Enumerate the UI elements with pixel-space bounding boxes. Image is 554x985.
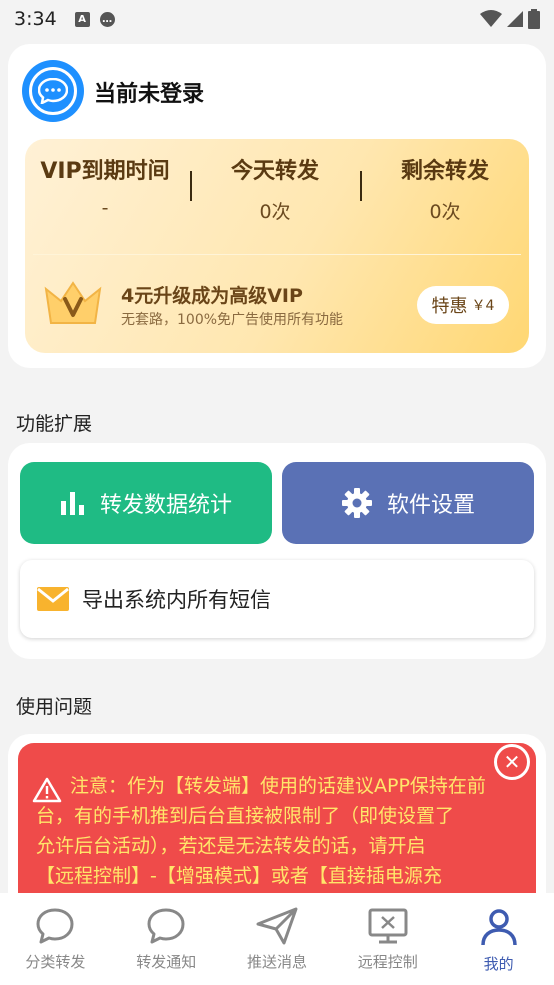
nav-label: 推送消息 bbox=[246, 953, 307, 971]
functions-card: 转发数据统计 软件设置 导出系统内所有短信 bbox=[8, 443, 546, 659]
avatar[interactable] bbox=[22, 60, 84, 122]
today-forward-stat: 今天转发 0次 bbox=[200, 153, 350, 224]
chat-bubble-icon bbox=[36, 908, 74, 944]
section-title-functions: 功能扩展 bbox=[16, 413, 93, 435]
close-notice-button[interactable]: ✕ bbox=[494, 744, 530, 780]
nav-item-push-message[interactable]: 推送消息 bbox=[222, 893, 333, 985]
remaining-forward-label: 剩余转发 bbox=[400, 159, 489, 184]
status-bar: 3:34 A … bbox=[0, 0, 554, 38]
vip-expiry-stat: VIP到期时间 - bbox=[30, 153, 180, 219]
vip-expiry-label: VIP到期时间 bbox=[40, 159, 170, 184]
vip-expiry-value: - bbox=[101, 197, 109, 219]
crown-icon bbox=[44, 281, 102, 324]
notice-banner: 注意：作为【转发端】使用的话建议APP保持在前 台，有的手机推到后台直接被限制了… bbox=[18, 743, 536, 894]
upgrade-vip-button[interactable]: 特惠 ￥4 bbox=[417, 286, 509, 324]
warning-icon bbox=[32, 777, 62, 803]
forward-stats-label: 转发数据统计 bbox=[99, 493, 232, 518]
divider bbox=[190, 171, 192, 201]
export-sms-button[interactable]: 导出系统内所有短信 bbox=[20, 560, 534, 638]
mail-icon bbox=[37, 587, 69, 611]
user-card: 当前未登录 VIP到期时间 - 今天转发 0次 剩余转发 0次 4元升级成为高级… bbox=[8, 44, 546, 368]
bottom-nav: 分类转发 转发通知 推送消息 远程控制 我的 bbox=[0, 893, 554, 985]
nav-item-category-forward[interactable]: 分类转发 bbox=[0, 893, 111, 985]
nav-item-forward-notify[interactable]: 转发通知 bbox=[111, 893, 222, 985]
bar-chart-icon bbox=[60, 492, 84, 515]
message-notification-icon: … bbox=[99, 11, 115, 27]
upgrade-subtitle: 无套路，100%免广告使用所有功能 bbox=[121, 312, 344, 328]
divider bbox=[33, 254, 521, 255]
signal-icon bbox=[507, 11, 523, 27]
today-forward-label: 今天转发 bbox=[230, 159, 319, 184]
forward-stats-button[interactable]: 转发数据统计 bbox=[20, 462, 272, 544]
upgrade-title: 4元升级成为高级VIP bbox=[121, 285, 303, 307]
nav-item-mine[interactable]: 我的 bbox=[443, 893, 554, 985]
special-offer-label: 特惠 bbox=[431, 296, 468, 317]
nav-label: 转发通知 bbox=[136, 953, 197, 971]
notice-line: 允许后台活动），若还是无法转发的话，请开启 bbox=[36, 835, 426, 857]
notice-line: 注意：作为【转发端】使用的话建议APP保持在前 bbox=[70, 775, 486, 797]
remaining-forward-stat: 剩余转发 0次 bbox=[370, 153, 520, 224]
gear-icon bbox=[341, 488, 372, 518]
nav-label: 远程控制 bbox=[357, 953, 418, 971]
battery-icon bbox=[528, 9, 540, 29]
nav-item-remote-control[interactable]: 远程控制 bbox=[332, 893, 443, 985]
notice-line: 台，有的手机推到后台直接被限制了（即使设置了 bbox=[36, 805, 455, 827]
notice-container: 注意：作为【转发端】使用的话建议APP保持在前 台，有的手机推到后台直接被限制了… bbox=[8, 734, 546, 894]
status-time: 3:34 bbox=[14, 8, 57, 30]
keyboard-notification-icon: A bbox=[74, 11, 90, 27]
app-settings-label: 软件设置 bbox=[386, 493, 475, 518]
special-offer-price: ￥4 bbox=[471, 298, 495, 314]
login-status[interactable]: 当前未登录 bbox=[94, 76, 204, 108]
nav-label: 我的 bbox=[483, 955, 514, 973]
today-forward-value: 0次 bbox=[259, 201, 291, 223]
user-icon bbox=[480, 909, 517, 946]
wifi-icon bbox=[480, 10, 502, 27]
divider bbox=[360, 171, 362, 201]
app-settings-button[interactable]: 软件设置 bbox=[282, 462, 534, 544]
chat-avatar-icon bbox=[38, 78, 68, 104]
nav-label: 分类转发 bbox=[25, 953, 86, 971]
send-icon bbox=[256, 907, 298, 945]
vip-panel: VIP到期时间 - 今天转发 0次 剩余转发 0次 4元升级成为高级VIP 无套… bbox=[25, 139, 529, 353]
remaining-forward-value: 0次 bbox=[429, 201, 461, 223]
notice-line: 【远程控制】-【增强模式】或者【直接插电源充 bbox=[36, 865, 442, 887]
section-title-usage: 使用问题 bbox=[16, 696, 93, 718]
export-sms-label: 导出系统内所有短信 bbox=[82, 588, 271, 612]
chat-bubble-icon bbox=[147, 908, 185, 944]
remote-screen-icon bbox=[368, 908, 408, 944]
